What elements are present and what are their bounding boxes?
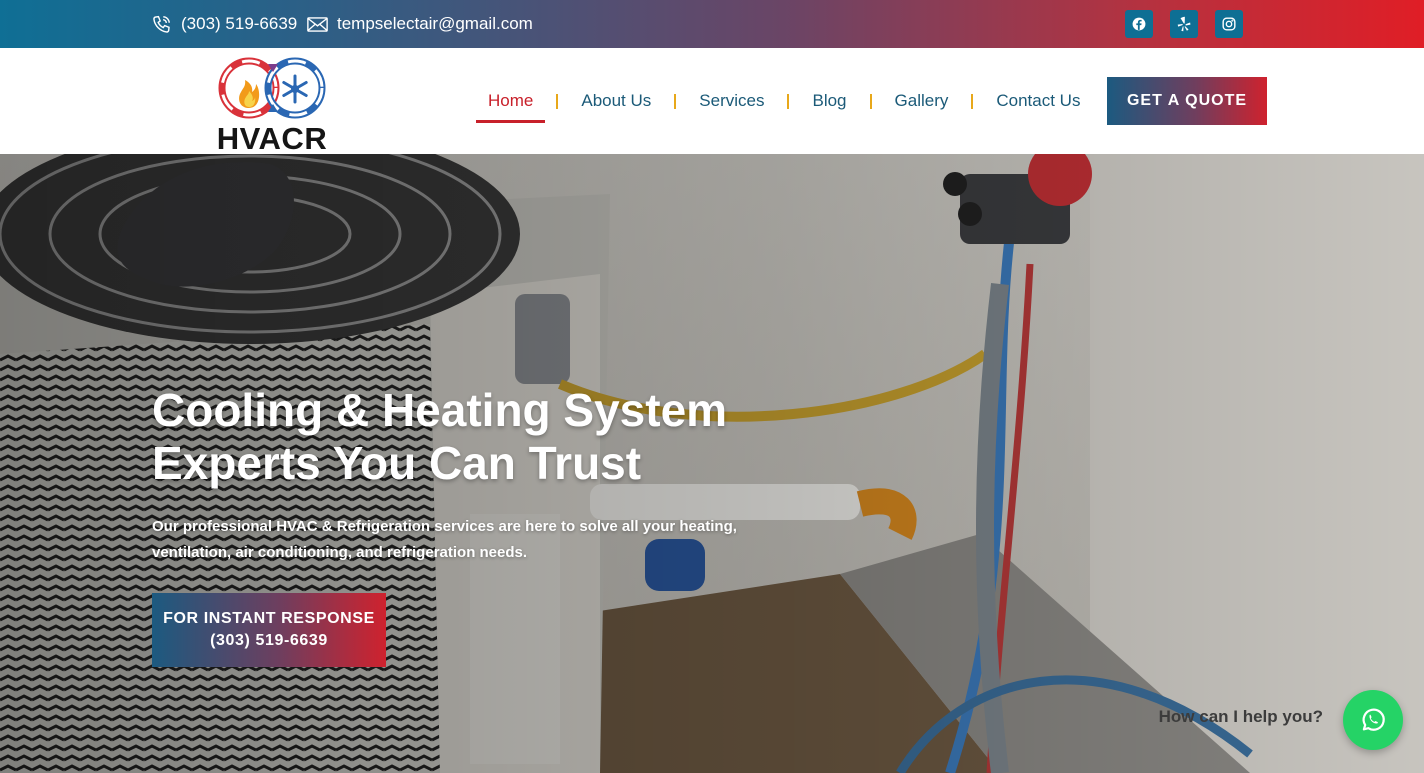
site-header: HVACR Home About Us Services Blog Galler… (0, 48, 1424, 156)
nav-separator (674, 93, 677, 109)
nav-about-us[interactable]: About Us (569, 86, 663, 116)
facebook-link[interactable] (1125, 10, 1153, 38)
nav-separator (971, 93, 974, 109)
social-links (1125, 10, 1260, 38)
nav-separator (869, 93, 872, 109)
top-phone-text: (303) 519-6639 (181, 14, 298, 33)
hero-title: Cooling & Heating System Experts You Can… (152, 384, 872, 490)
nav-separator (556, 93, 559, 109)
get-a-quote-button[interactable]: GET A QUOTE (1107, 77, 1267, 125)
yelp-icon (1177, 16, 1191, 32)
main-nav: Home About Us Services Blog Gallery Cont… (476, 48, 1092, 154)
instagram-icon (1222, 17, 1236, 31)
top-email-link[interactable]: tempselectair@gmail.com (307, 0, 533, 48)
cta-line2: (303) 519-6639 (210, 632, 328, 649)
chat-help-text[interactable]: How can I help you? (1148, 707, 1323, 727)
instagram-link[interactable] (1215, 10, 1243, 38)
hero-section: Cooling & Heating System Experts You Can… (0, 154, 1424, 773)
hero-subtitle-line1: Our professional HVAC & Refrigeration se… (152, 518, 737, 535)
hvacr-logo[interactable]: HVACR (213, 50, 331, 156)
nav-contact-us[interactable]: Contact Us (984, 86, 1092, 116)
nav-services[interactable]: Services (687, 86, 776, 116)
hero-title-line2: Experts You Can Trust (152, 437, 642, 489)
nav-home[interactable]: Home (476, 86, 546, 123)
nav-separator (787, 93, 790, 109)
nav-blog[interactable]: Blog (800, 86, 858, 116)
nav-gallery[interactable]: Gallery (883, 86, 961, 116)
whatsapp-chat-button[interactable] (1343, 690, 1403, 750)
cta-line1: FOR INSTANT RESPONSE (163, 610, 375, 627)
top-contact-bar: (303) 519-6639 tempselectair@gmail.com (0, 0, 1424, 48)
yelp-link[interactable] (1170, 10, 1198, 38)
top-phone-link[interactable]: (303) 519-6639 (151, 0, 297, 48)
facebook-icon (1132, 17, 1146, 31)
hero-title-line1: Cooling & Heating System (152, 384, 728, 436)
envelope-icon (307, 16, 328, 32)
instant-response-call-button[interactable]: FOR INSTANT RESPONSE (303) 519-6639 (152, 593, 386, 667)
logo-emblem-icon (218, 57, 326, 119)
top-email-text: tempselectair@gmail.com (337, 14, 533, 33)
whatsapp-icon (1362, 708, 1385, 731)
logo-text: HVACR (216, 121, 328, 156)
hero-subtitle: Our professional HVAC & Refrigeration se… (152, 514, 812, 566)
phone-icon (153, 15, 170, 33)
hero-subtitle-line2: ventilation, air conditioning, and refri… (152, 544, 528, 561)
